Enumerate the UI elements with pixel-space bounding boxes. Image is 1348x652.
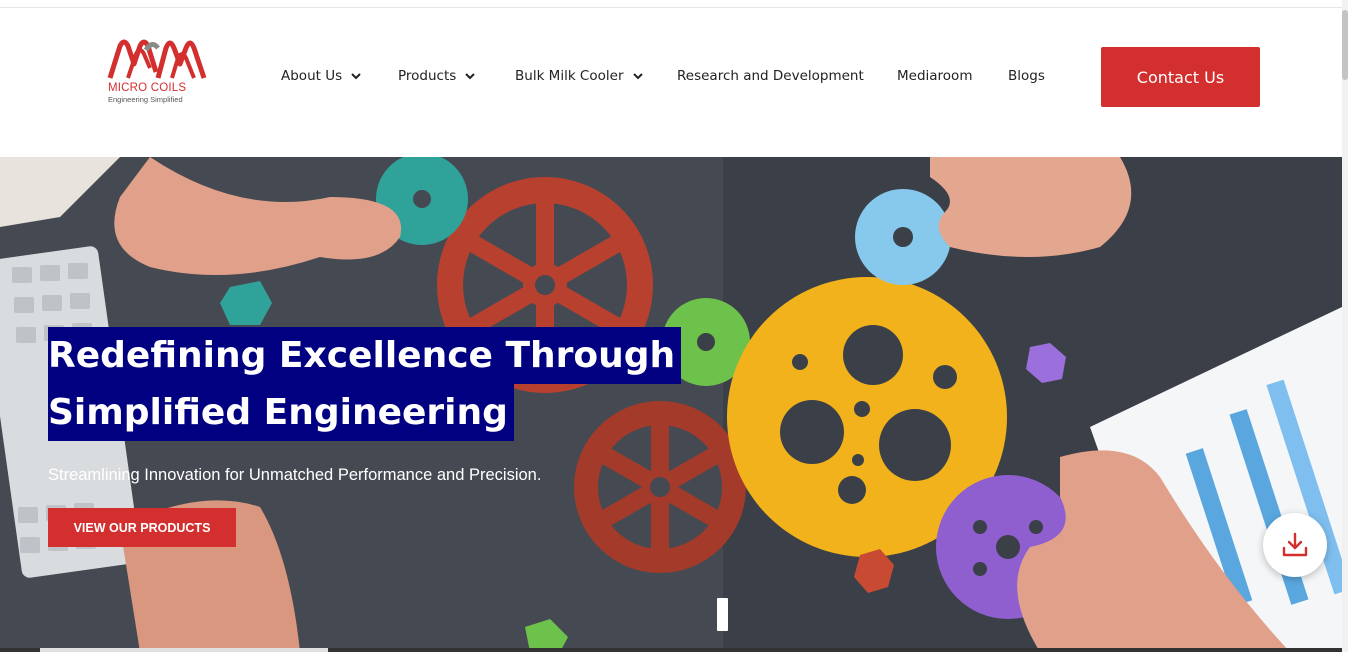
bottom-strip xyxy=(0,648,1342,652)
contact-us-button[interactable]: Contact Us xyxy=(1101,47,1260,107)
hero-subheadline: Streamlining Innovation for Unmatched Pe… xyxy=(48,466,542,484)
bottom-strip-segment xyxy=(40,648,328,652)
chevron-down-icon xyxy=(632,72,643,79)
brand-tagline: Engineering Simplified xyxy=(108,95,183,104)
nav-item-label: Products xyxy=(398,68,457,84)
micro-coils-logo-icon xyxy=(107,39,207,79)
scrollbar-thumb[interactable] xyxy=(1342,10,1348,80)
nav-item-products[interactable]: Products xyxy=(398,68,476,84)
site-logo[interactable]: MICRO COILS Engineering Simplified xyxy=(106,38,210,108)
nav-item-bulk-milk-cooler[interactable]: Bulk Milk Cooler xyxy=(515,68,643,84)
site-header: MICRO COILS Engineering Simplified About… xyxy=(0,8,1342,157)
nav-item-label: Bulk Milk Cooler xyxy=(515,68,624,84)
view-our-products-button[interactable]: VIEW OUR PRODUCTS xyxy=(48,508,236,547)
download-icon xyxy=(1282,532,1308,557)
nav-item-label: About Us xyxy=(281,68,343,84)
nav-item-research-and-development[interactable]: Research and Development xyxy=(677,68,864,84)
chevron-down-icon xyxy=(351,72,361,79)
nav-item-blogs[interactable]: Blogs xyxy=(1008,68,1045,84)
nav-item-label: Blogs xyxy=(1008,68,1045,84)
nav-item-about-us[interactable]: About Us xyxy=(281,68,361,84)
slider-indicator[interactable] xyxy=(717,598,728,631)
hero-headline-line-2: Simplified Engineering xyxy=(48,384,514,441)
brand-name: MICRO COILS xyxy=(108,82,187,94)
nav-item-label: Research and Development xyxy=(677,68,864,84)
hero-headline: Redefining Excellence Through Simplified… xyxy=(48,327,682,441)
hero-banner: Redefining Excellence Through Simplified… xyxy=(0,157,1342,652)
nav-item-mediaroom[interactable]: Mediaroom xyxy=(897,68,972,84)
chevron-down-icon xyxy=(465,72,476,79)
browser-top-edge xyxy=(0,0,1342,8)
page-scrollbar[interactable] xyxy=(1342,0,1348,652)
download-button[interactable] xyxy=(1263,513,1327,577)
hero-headline-line-1: Redefining Excellence Through xyxy=(48,327,682,384)
nav-item-label: Mediaroom xyxy=(897,68,973,84)
